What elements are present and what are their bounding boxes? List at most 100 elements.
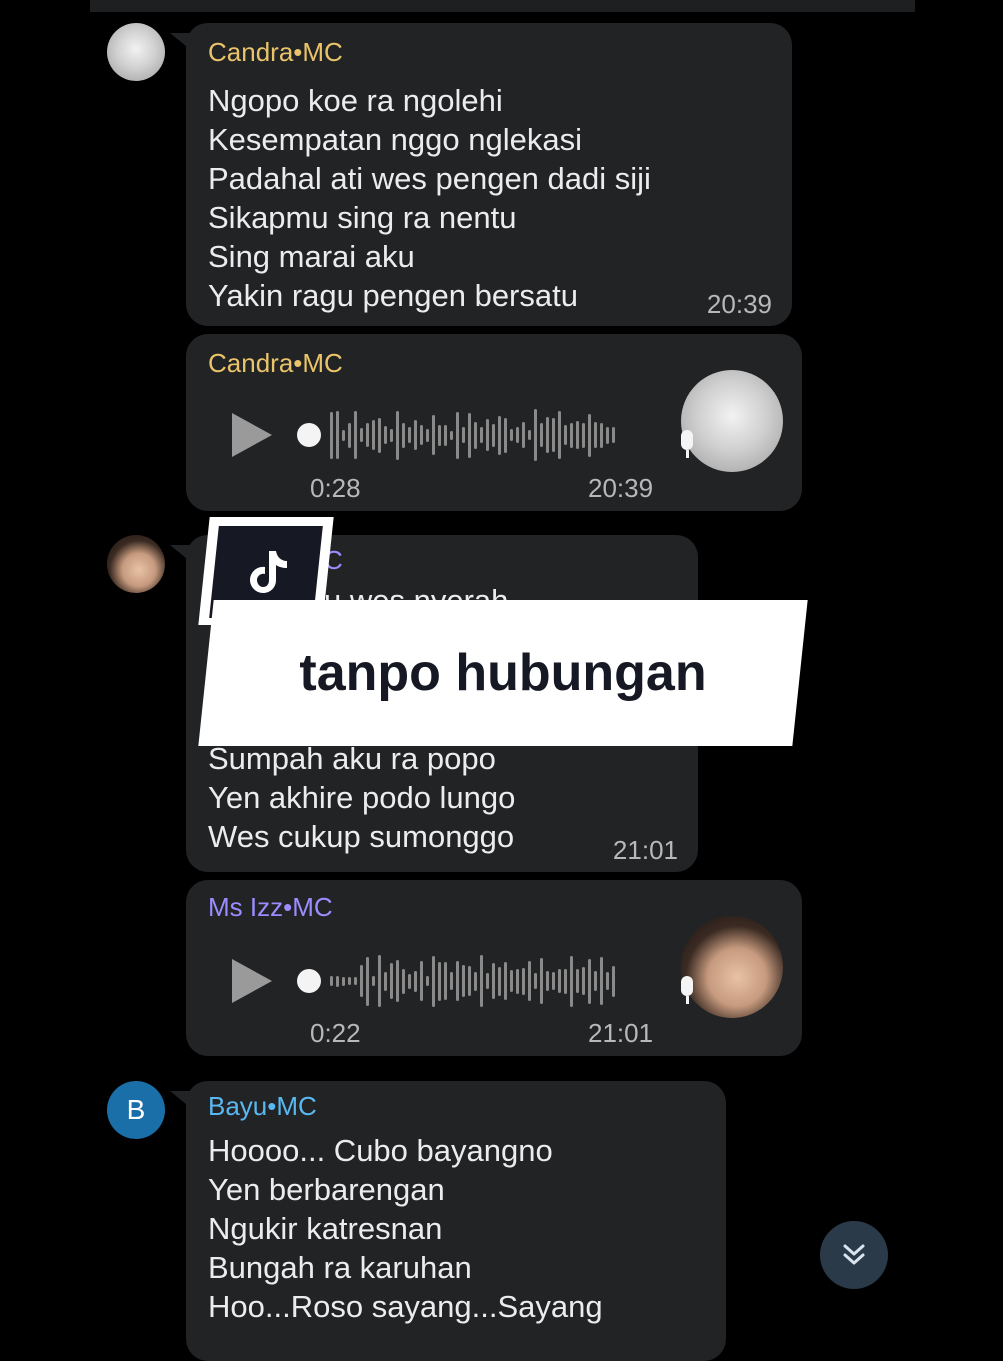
- waveform-bar: [390, 963, 393, 999]
- waveform-bar: [570, 422, 573, 448]
- waveform-bar: [552, 418, 555, 452]
- waveform-bar: [492, 963, 495, 999]
- voice-waveform[interactable]: [297, 407, 615, 463]
- waveform-bar: [426, 976, 429, 986]
- playhead-dot[interactable]: [297, 423, 321, 447]
- waveform-bar: [354, 411, 357, 459]
- waveform-bar: [546, 417, 549, 453]
- play-icon[interactable]: [232, 413, 272, 457]
- waveform-bar: [450, 972, 453, 990]
- waveform-bar: [516, 427, 519, 443]
- waveform-bar: [516, 968, 519, 994]
- message-text: Ngopo koe ra ngolehi Kesempatan nggo ngl…: [208, 83, 651, 313]
- waveform-bar: [462, 427, 465, 443]
- waveform-bar: [498, 966, 501, 996]
- waveform-bar: [606, 426, 609, 444]
- waveform-bar: [594, 422, 597, 448]
- message-time: 21:01: [612, 835, 678, 865]
- waveform-bar: [420, 425, 423, 445]
- waveform-bar: [480, 955, 483, 1007]
- waveform-bar: [612, 427, 615, 443]
- waveform-bar: [528, 961, 531, 1001]
- waveform-bar: [378, 417, 381, 453]
- waveform-bar: [432, 415, 435, 455]
- waveform-bar: [600, 422, 603, 448]
- waveform-bar: [384, 971, 387, 991]
- waveform-bar: [504, 417, 507, 453]
- waveform-bar: [360, 965, 363, 997]
- waveform-bar: [456, 961, 459, 1001]
- voice-duration: 0:22: [310, 1018, 361, 1048]
- waveform-bar: [474, 971, 477, 991]
- message-text: Hoooo... Cubo bayangno Yen berbarengan N…: [208, 1133, 603, 1324]
- waveform-bar: [468, 966, 471, 996]
- waveform-bar: [582, 422, 585, 448]
- waveform-bar: [342, 976, 345, 986]
- waveform-bar: [576, 421, 579, 449]
- waveform-bar: [510, 970, 513, 992]
- waveform-bar: [438, 961, 441, 1001]
- waveform-bar: [588, 958, 591, 1004]
- waveform-bar: [342, 429, 345, 441]
- play-icon[interactable]: [232, 959, 272, 1003]
- waveform-bar: [432, 955, 435, 1007]
- waveform-bar: [372, 976, 375, 986]
- avatar-bayu[interactable]: B: [107, 1081, 165, 1139]
- message-time: 20:39: [588, 473, 654, 503]
- scroll-to-bottom-button[interactable]: [820, 1221, 888, 1289]
- waveform-bar: [612, 965, 615, 997]
- message-bubble-bayu-text[interactable]: Bayu•MC Hoooo... Cubo bayangno Yen berba…: [170, 1081, 726, 1361]
- waveform-bar: [528, 430, 531, 440]
- voice-sender-avatar: [681, 370, 783, 472]
- waveform-bar: [396, 410, 399, 460]
- avatar-candra[interactable]: [107, 23, 165, 81]
- waveform-bar: [366, 956, 369, 1006]
- waveform-bar: [378, 955, 381, 1007]
- waveform-bar: [372, 420, 375, 450]
- voice-message-izz[interactable]: Ms Izz•MC 0:22 21:01: [186, 880, 802, 1056]
- avatar-izz[interactable]: [107, 535, 165, 593]
- waveform-bar: [360, 428, 363, 442]
- waveform-bar: [348, 422, 351, 448]
- waveform-bar: [336, 411, 339, 459]
- waveform-bar: [558, 411, 561, 459]
- waveform-bar: [396, 960, 399, 1002]
- waveform-bar: [606, 972, 609, 990]
- waveform-bar: [552, 972, 555, 990]
- double-chevron-down-icon: [843, 1244, 865, 1265]
- waveform-bar: [522, 422, 525, 448]
- waveform-bar: [468, 412, 471, 458]
- voice-message-candra[interactable]: Candra•MC 0:28 20:39: [186, 334, 802, 511]
- waveform-bar: [390, 428, 393, 442]
- waveform-bar: [540, 958, 543, 1004]
- waveform-bar: [330, 976, 333, 986]
- playhead-dot[interactable]: [297, 969, 321, 993]
- message-bubble-candra-text[interactable]: Candra•MC Ngopo koe ra ngolehi Kesempata…: [170, 23, 792, 326]
- waveform-bar: [426, 428, 429, 442]
- waveform-bar: [492, 423, 495, 447]
- microphone-icon: [678, 976, 696, 1006]
- sender-name: Candra•MC: [208, 37, 343, 67]
- message-text: Sumpah aku ra popo Yen akhire podo lungo…: [208, 741, 516, 854]
- waveform-bar: [414, 970, 417, 992]
- waveform-bar: [462, 965, 465, 997]
- waveform-bar: [402, 422, 405, 448]
- message-time: 21:01: [588, 1018, 654, 1048]
- waveform-bar: [600, 957, 603, 1005]
- waveform-bar: [534, 409, 537, 461]
- caption-text: tanpo hubungan: [299, 644, 707, 702]
- waveform-bar: [486, 419, 489, 451]
- waveform-bar: [336, 975, 339, 987]
- waveform-bar: [444, 424, 447, 446]
- message-time: 20:39: [706, 289, 772, 319]
- waveform-bar: [408, 973, 411, 989]
- waveform-bar: [384, 426, 387, 444]
- sender-name: Bayu•MC: [208, 1091, 317, 1121]
- voice-sender-avatar: [681, 916, 783, 1018]
- waveform-bar: [540, 423, 543, 447]
- waveform-bar: [564, 968, 567, 994]
- waveform-bar: [408, 427, 411, 443]
- waveform-bar: [570, 955, 573, 1007]
- voice-waveform[interactable]: [297, 953, 615, 1009]
- waveform-bar: [456, 411, 459, 459]
